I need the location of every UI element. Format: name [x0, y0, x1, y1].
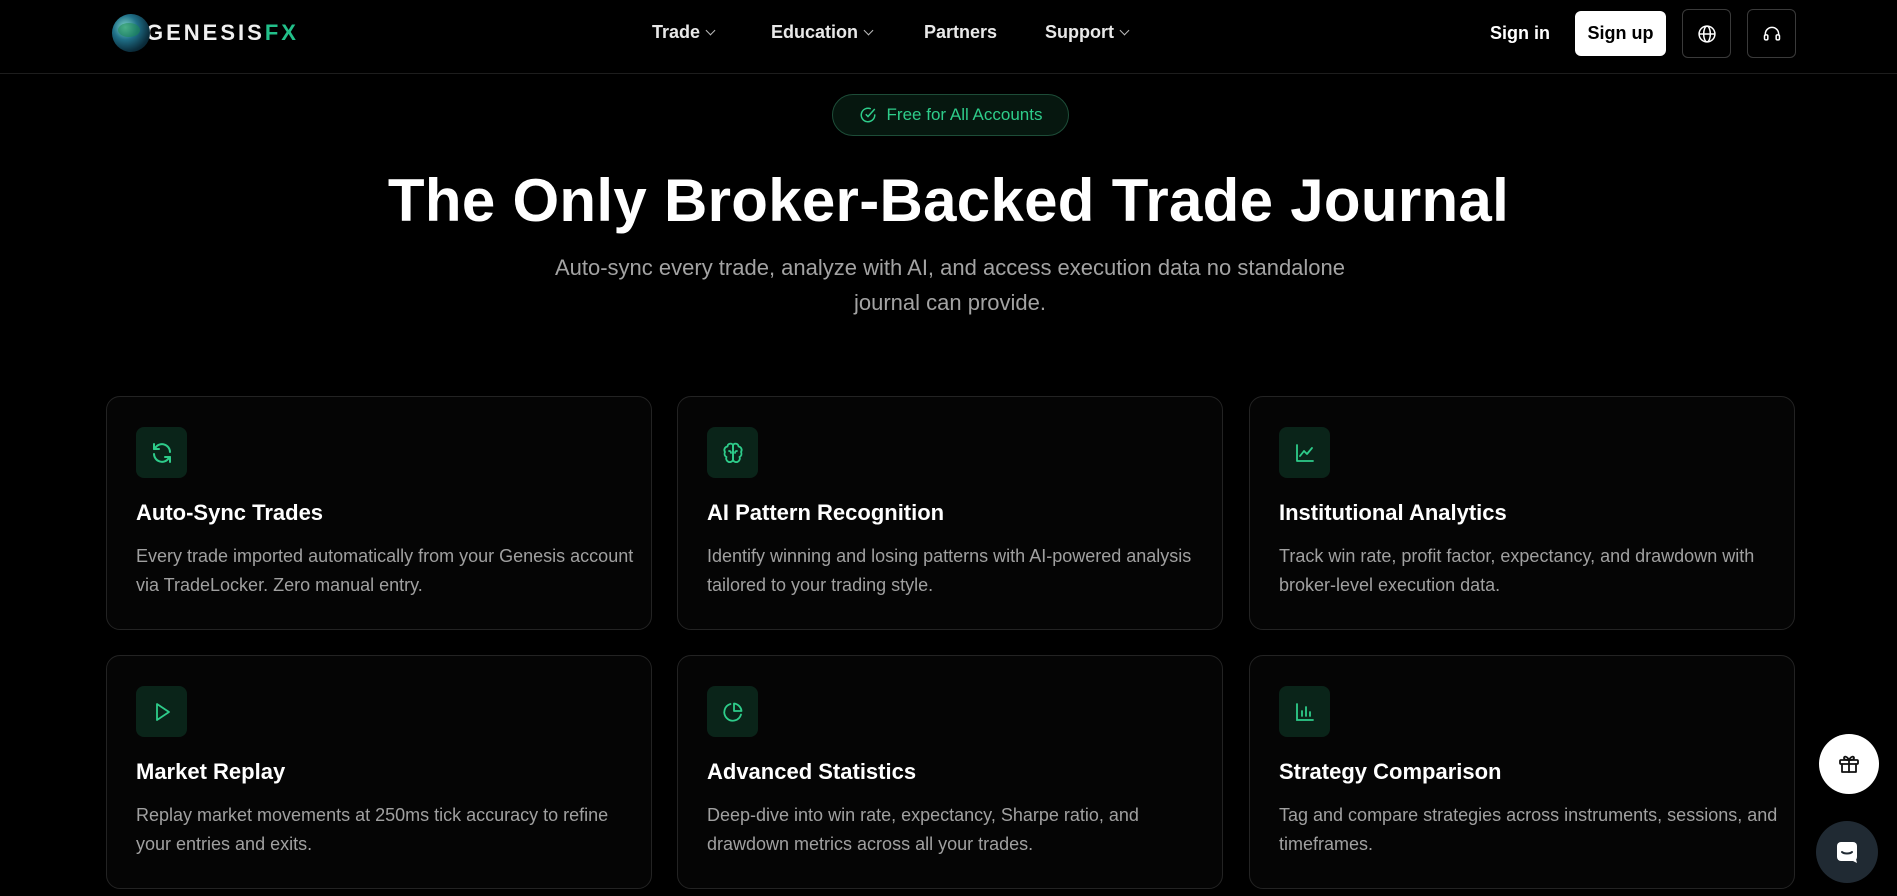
- feature-description: Tag and compare strategies across instru…: [1279, 805, 1778, 854]
- nav-item-support[interactable]: Support: [1045, 22, 1130, 43]
- pie-chart-icon: [722, 702, 742, 722]
- chevron-down-icon: [1119, 25, 1130, 36]
- chat-launcher-button[interactable]: [1816, 821, 1878, 883]
- feature-icon-tile: [136, 427, 187, 478]
- chevron-down-icon: [705, 25, 716, 36]
- sign-up-button[interactable]: Sign up: [1575, 11, 1666, 56]
- feature-card-advanced-statistics: Advanced Statistics Deep-dive into win r…: [677, 655, 1223, 889]
- feature-title: Market Replay: [136, 759, 286, 784]
- nav-item-label: Partners: [924, 22, 998, 42]
- nav-item-partners[interactable]: Partners: [924, 22, 997, 43]
- badge-text: Free for All Accounts: [886, 105, 1043, 124]
- feature-title: Institutional Analytics: [1279, 500, 1507, 525]
- globe-icon: [1697, 24, 1716, 43]
- nav-item-label: Support: [1045, 22, 1114, 42]
- bar-chart-icon: [1295, 702, 1314, 721]
- line-chart-icon: [1295, 443, 1314, 462]
- chevron-down-icon: [863, 25, 874, 36]
- page-subtitle: Auto-sync every trade, analyze with AI, …: [554, 255, 1346, 315]
- nav-item-label: Trade: [652, 22, 701, 42]
- feature-card-institutional-analytics: Institutional Analytics Track win rate, …: [1249, 396, 1795, 630]
- headset-icon: [1763, 26, 1780, 41]
- feature-card-auto-sync: Auto-Sync Trades Every trade imported au…: [106, 396, 652, 630]
- feature-description: Deep-dive into win rate, expectancy, Sha…: [707, 805, 1139, 854]
- brain-icon: [723, 442, 742, 463]
- feature-description: Track win rate, profit factor, expectanc…: [1279, 546, 1755, 595]
- feature-description: Replay market movements at 250ms tick ac…: [136, 805, 609, 854]
- free-badge: Free for All Accounts: [832, 94, 1069, 136]
- feature-title: Strategy Comparison: [1279, 759, 1502, 784]
- refresh-icon: [152, 442, 171, 463]
- gift-icon: [1839, 755, 1859, 773]
- feature-card-strategy-comparison: Strategy Comparison Tag and compare stra…: [1249, 655, 1795, 889]
- nav-item-education[interactable]: Education: [771, 22, 874, 43]
- page-title: The Only Broker-Backed Trade Journal: [387, 167, 1510, 234]
- feature-icon-tile: [707, 427, 758, 478]
- feature-description: Identify winning and losing patterns wit…: [707, 546, 1192, 595]
- nav-item-trade[interactable]: Trade: [652, 22, 716, 43]
- feature-icon-tile: [707, 686, 758, 737]
- feature-card-ai-pattern: AI Pattern Recognition Identify winning …: [677, 396, 1223, 630]
- feature-title: Auto-Sync Trades: [136, 500, 324, 525]
- gift-button[interactable]: [1819, 734, 1879, 794]
- feature-icon-tile: [136, 686, 187, 737]
- check-circle-icon: [860, 107, 876, 123]
- feature-icon-tile: [1279, 427, 1330, 478]
- feature-description: Every trade imported automatically from …: [136, 546, 634, 595]
- feature-card-market-replay: Market Replay Replay market movements at…: [106, 655, 652, 889]
- feature-icon-tile: [1279, 686, 1330, 737]
- feature-title: AI Pattern Recognition: [707, 500, 945, 525]
- play-icon: [155, 702, 170, 721]
- chat-icon: [1837, 842, 1857, 863]
- feature-title: Advanced Statistics: [707, 759, 917, 784]
- site-header: GENESISFX Trade Education Partners Suppo…: [0, 0, 1897, 74]
- language-button[interactable]: [1682, 9, 1731, 58]
- sign-in-link[interactable]: Sign in: [1490, 23, 1550, 44]
- nav-item-label: Education: [771, 22, 859, 42]
- support-button[interactable]: [1747, 9, 1796, 58]
